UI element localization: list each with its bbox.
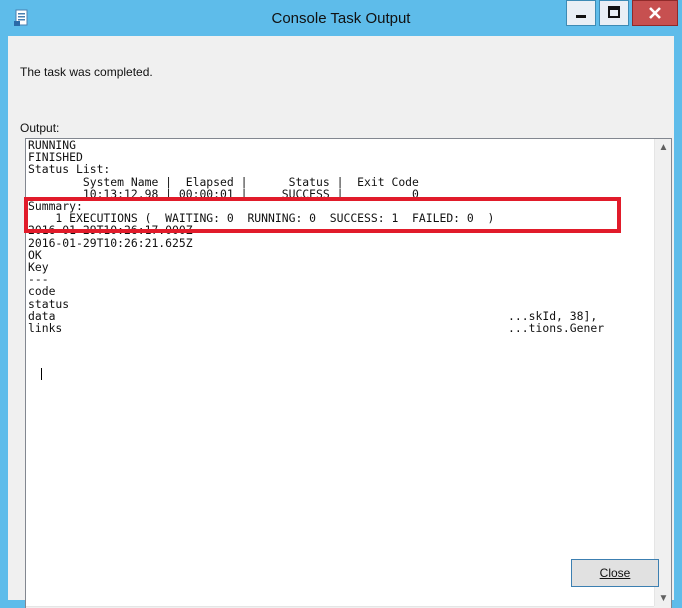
- scroll-down-icon[interactable]: ▼: [655, 590, 672, 607]
- maximize-button[interactable]: [599, 0, 629, 26]
- minimize-button[interactable]: [566, 0, 596, 26]
- title-bar[interactable]: Console Task Output: [0, 0, 682, 36]
- summary-highlight-box: [24, 197, 621, 233]
- minimize-icon: [576, 15, 586, 18]
- output-textbox[interactable]: RUNNING FINISHED Status List: System Nam…: [24, 138, 672, 608]
- close-button-label: Close: [599, 566, 631, 580]
- output-label: Output:: [20, 121, 59, 135]
- console-task-output-window: Console Task Output The task was complet…: [0, 0, 682, 608]
- scroll-up-icon[interactable]: ▲: [655, 139, 672, 156]
- vertical-scrollbar[interactable]: ▲ ▼: [654, 139, 671, 607]
- output-label-text: Output:: [20, 121, 60, 135]
- completion-message: The task was completed.: [20, 65, 153, 79]
- text-caret: [41, 368, 42, 380]
- close-icon: [649, 7, 661, 19]
- close-button[interactable]: Close: [571, 559, 659, 587]
- close-window-button[interactable]: [632, 0, 678, 26]
- maximize-icon: [608, 6, 620, 18]
- dialog-body: The task was completed. Output: RUNNING …: [8, 36, 674, 608]
